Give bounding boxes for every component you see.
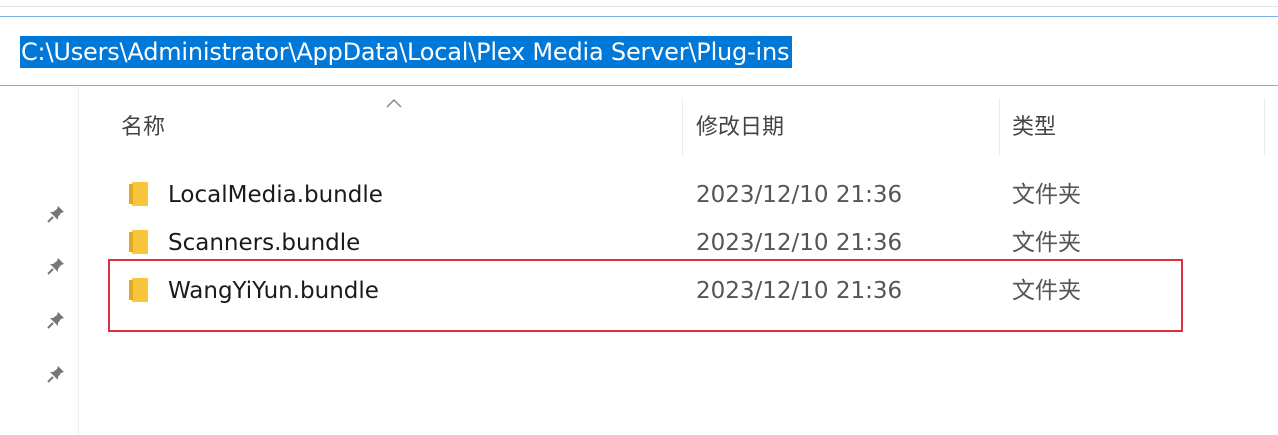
address-path-input[interactable]: C:\Users\Administrator\AppData\Local\Ple… xyxy=(20,36,793,68)
pin-icon[interactable] xyxy=(45,203,67,225)
column-header-modified[interactable]: 修改日期 xyxy=(696,110,784,146)
pin-icon[interactable] xyxy=(45,309,67,331)
folder-icon xyxy=(129,182,148,206)
pin-icon[interactable] xyxy=(45,363,67,385)
column-separator[interactable] xyxy=(682,98,683,156)
top-divider xyxy=(0,6,1278,7)
sort-ascending-icon xyxy=(386,98,402,108)
column-header-type[interactable]: 类型 xyxy=(1012,110,1056,146)
folder-icon xyxy=(129,230,148,254)
annotation-highlight-box xyxy=(108,259,1183,332)
address-bar[interactable]: C:\Users\Administrator\AppData\Local\Ple… xyxy=(0,16,1278,86)
file-name[interactable]: LocalMedia.bundle xyxy=(168,178,383,212)
file-type: 文件夹 xyxy=(1012,230,1081,256)
file-modified: 2023/12/10 21:36 xyxy=(696,230,903,256)
column-header-name[interactable]: 名称 xyxy=(121,110,165,146)
file-modified: 2023/12/10 21:36 xyxy=(696,182,903,208)
navigation-pane xyxy=(0,87,79,435)
column-separator[interactable] xyxy=(1264,98,1265,156)
file-type: 文件夹 xyxy=(1012,182,1081,208)
pin-icon[interactable] xyxy=(45,255,67,277)
column-separator[interactable] xyxy=(999,98,1000,156)
file-name[interactable]: Scanners.bundle xyxy=(168,226,360,260)
